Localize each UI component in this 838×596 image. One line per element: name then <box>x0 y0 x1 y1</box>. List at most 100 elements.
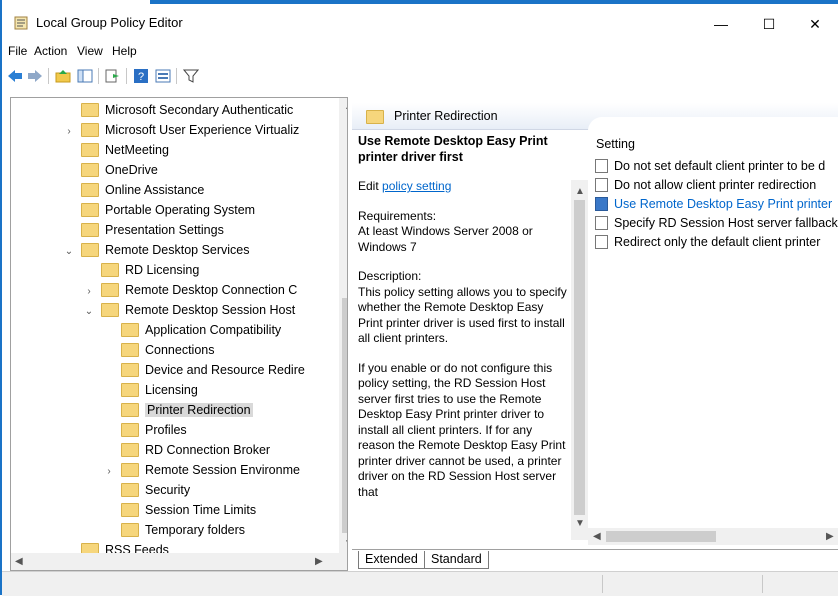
description-label: Description: <box>358 269 422 283</box>
status-bar <box>2 571 838 596</box>
tab-extended[interactable]: Extended <box>358 551 425 569</box>
menu-file[interactable]: File <box>8 44 27 58</box>
tree-item[interactable]: ⌄ Remote Desktop Session Host <box>85 300 295 320</box>
scroll-up-icon[interactable]: ▲ <box>344 101 347 112</box>
scroll-down-icon[interactable]: ▼ <box>344 538 347 549</box>
tree-item-label: OneDrive <box>105 163 158 177</box>
scroll-up-icon[interactable]: ▲ <box>575 186 585 197</box>
window-left-border <box>0 0 2 595</box>
folder-icon <box>101 302 119 317</box>
menu-view[interactable]: View <box>77 44 103 58</box>
tree-item[interactable]: RD Connection Broker <box>119 440 270 460</box>
tree-item[interactable]: Microsoft Secondary Authenticatic <box>79 100 293 120</box>
folder-icon <box>121 482 139 497</box>
close-button[interactable]: ✕ <box>792 8 838 40</box>
folder-icon <box>81 142 99 157</box>
setting-row[interactable]: Do not allow client printer redirection <box>595 176 838 195</box>
scroll-right-icon[interactable]: ▶ <box>826 531 834 542</box>
details-header-title: Printer Redirection <box>394 109 498 123</box>
back-icon[interactable] <box>6 67 24 85</box>
setting-row[interactable]: Specify RD Session Host server fallback <box>595 214 838 233</box>
toolbar-separator <box>98 68 99 84</box>
collapsed-chevron-icon[interactable]: › <box>103 462 115 482</box>
tree-item[interactable]: Printer Redirection <box>119 400 253 420</box>
tree-item[interactable]: NetMeeting <box>79 140 169 160</box>
tree-item[interactable]: Device and Resource Redire <box>119 360 305 380</box>
setting-row[interactable]: Do not set default client printer to be … <box>595 157 838 176</box>
edit-line: Edit policy setting <box>358 179 570 195</box>
scroll-left-icon[interactable]: ◀ <box>15 556 23 567</box>
tree-item[interactable]: Portable Operating System <box>79 200 255 220</box>
collapsed-chevron-icon[interactable]: › <box>83 282 95 302</box>
tree-item[interactable]: OneDrive <box>79 160 158 180</box>
tree-item[interactable]: Online Assistance <box>79 180 204 200</box>
folder-icon <box>366 109 390 125</box>
tree-pane[interactable]: Microsoft Secondary Authenticatic › Micros… <box>10 97 348 571</box>
folder-icon <box>81 122 99 137</box>
folder-icon <box>101 282 119 297</box>
policy-setting-icon <box>595 158 608 173</box>
tree-item-label: Profiles <box>145 423 187 437</box>
maximize-button[interactable]: ☐ <box>746 8 792 40</box>
folder-icon <box>121 462 139 477</box>
folder-icon <box>81 182 99 197</box>
tree-item[interactable]: Connections <box>119 340 215 360</box>
menu-action[interactable]: Action <box>34 44 67 58</box>
setting-column-header[interactable]: Setting <box>596 137 635 151</box>
tree-item-label: Application Compatibility <box>145 323 282 337</box>
tree-item[interactable]: RD Licensing <box>99 260 199 280</box>
folder-icon <box>121 402 139 417</box>
policy-setting-icon <box>595 177 608 192</box>
tree-item[interactable]: › Remote Desktop Connection C <box>87 280 297 300</box>
scroll-left-icon[interactable]: ◀ <box>593 531 601 542</box>
setting-label: Redirect only the default client printer <box>614 235 821 249</box>
expanded-chevron-icon[interactable]: ⌄ <box>83 302 95 322</box>
tree-item-label: Remote Session Environme <box>145 463 300 477</box>
tree-item[interactable]: Application Compatibility <box>119 320 281 340</box>
tree-item-label: Device and Resource Redire <box>145 363 305 377</box>
tree-horizontal-scrollbar[interactable] <box>11 553 347 570</box>
properties-icon[interactable] <box>154 67 172 85</box>
help-icon[interactable]: ? <box>132 67 150 85</box>
setting-row[interactable]: Redirect only the default client printer <box>595 233 838 252</box>
up-folder-icon[interactable] <box>54 67 72 85</box>
requirements: Requirements: At least Windows Server 200… <box>358 209 570 256</box>
status-separator <box>602 575 603 593</box>
description-scroll-thumb[interactable] <box>574 200 585 515</box>
tree-item[interactable]: › Remote Session Environme <box>107 460 300 480</box>
folder-icon <box>101 262 119 277</box>
setting-label: Specify RD Session Host server fallback <box>614 216 838 230</box>
folder-icon <box>121 382 139 397</box>
tree-item[interactable]: Presentation Settings <box>79 220 224 240</box>
forward-icon[interactable] <box>26 67 44 85</box>
scroll-right-icon[interactable]: ▶ <box>315 556 323 567</box>
collapsed-chevron-icon[interactable]: › <box>63 122 75 142</box>
filter-icon[interactable] <box>182 67 200 85</box>
extended-description: Use Remote Desktop Easy Print printer dr… <box>358 134 570 514</box>
tree-item[interactable]: ⌄ Remote Desktop Services <box>65 240 250 260</box>
export-list-icon[interactable] <box>104 67 122 85</box>
folder-icon <box>121 342 139 357</box>
policy-title: Use Remote Desktop Easy Print printer dr… <box>358 134 548 164</box>
edit-policy-link[interactable]: policy setting <box>382 179 451 193</box>
setting-row[interactable]: Use Remote Desktop Easy Print printer <box>595 195 838 214</box>
tree-item-label: Online Assistance <box>105 183 205 197</box>
edit-prefix: Edit <box>358 179 383 193</box>
tree-item[interactable]: Security <box>119 480 190 500</box>
tab-standard[interactable]: Standard <box>424 551 489 569</box>
minimize-button[interactable]: — <box>698 8 744 40</box>
list-scroll-thumb[interactable] <box>606 531 716 542</box>
scroll-down-icon[interactable]: ▼ <box>575 518 585 529</box>
tree-item[interactable]: Temporary folders <box>119 520 245 540</box>
show-hide-tree-icon[interactable] <box>76 67 94 85</box>
folder-icon <box>121 502 139 517</box>
tree-item[interactable]: › Microsoft User Experience Virtualiz <box>67 120 299 140</box>
tree-item[interactable]: Licensing <box>119 380 198 400</box>
folder-icon <box>121 442 139 457</box>
tree-item[interactable]: Profiles <box>119 420 187 440</box>
tree-scroll-thumb[interactable] <box>342 298 347 533</box>
description: Description: This policy setting allows y… <box>358 269 570 347</box>
menu-help[interactable]: Help <box>112 44 137 58</box>
tree-item[interactable]: Session Time Limits <box>119 500 256 520</box>
expanded-chevron-icon[interactable]: ⌄ <box>63 242 75 262</box>
